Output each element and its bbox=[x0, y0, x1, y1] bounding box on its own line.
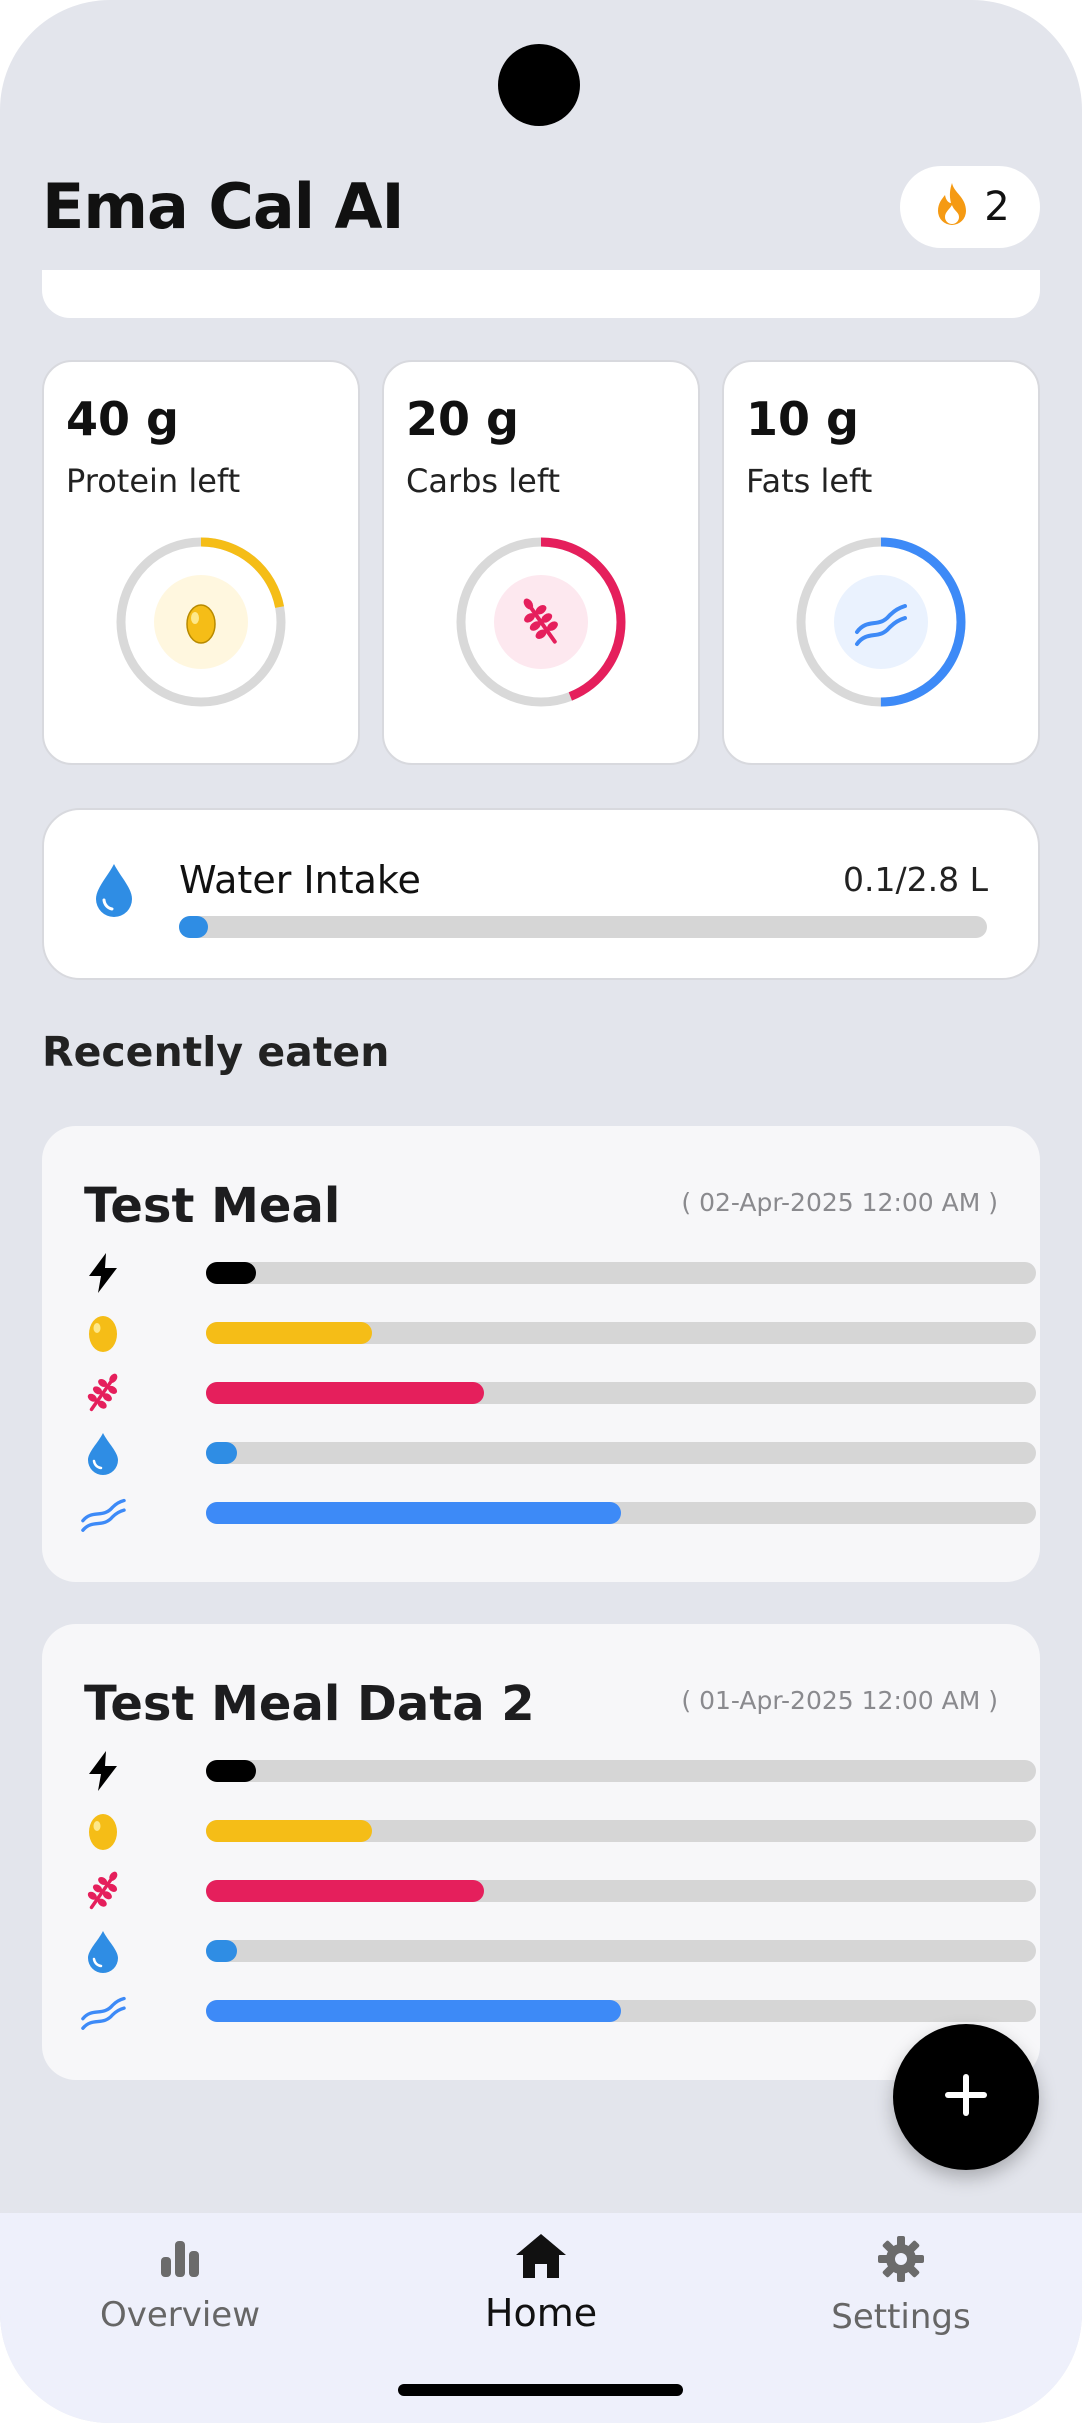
water-drop-icon bbox=[94, 862, 134, 922]
nutrient-progress-fill bbox=[206, 1880, 485, 1902]
nav-home-label: Home bbox=[484, 2291, 598, 2335]
nutrient-progress-bar bbox=[206, 1322, 1036, 1344]
nutrient-progress-bar bbox=[206, 1382, 1036, 1404]
camera-cutout bbox=[498, 44, 580, 126]
nutrient-progress-bar bbox=[206, 1820, 1036, 1842]
meal-name: Test Meal bbox=[84, 1178, 341, 1234]
nutrient-progress-fill bbox=[206, 1262, 256, 1284]
nutrient-progress-fill bbox=[206, 1502, 621, 1524]
bacon-icon bbox=[80, 1490, 126, 1536]
nutrient-bar-row bbox=[80, 1430, 1036, 1476]
nutrient-progress-bar bbox=[206, 1760, 1036, 1782]
nutrient-bar-row bbox=[80, 1310, 1036, 1356]
nutrient-progress-bar bbox=[206, 1262, 1036, 1284]
nutrient-progress-fill bbox=[206, 1940, 237, 1962]
nav-home[interactable]: Home bbox=[411, 2231, 671, 2335]
recently-eaten-title: Recently eaten bbox=[42, 1028, 390, 1076]
nutrient-bar-row bbox=[80, 1988, 1036, 2034]
fats-card[interactable]: 10 g Fats left bbox=[722, 360, 1040, 765]
nutrient-progress-fill bbox=[206, 1820, 372, 1842]
wheat-icon bbox=[80, 1370, 126, 1416]
water-progress-fill bbox=[179, 916, 209, 938]
egg-icon bbox=[80, 1808, 126, 1854]
carbs-value: 20 g bbox=[406, 392, 519, 446]
egg-icon bbox=[186, 604, 216, 644]
nutrient-progress-bar bbox=[206, 1940, 1036, 1962]
bar-chart-icon bbox=[157, 2235, 203, 2285]
app-title: Ema Cal AI bbox=[42, 170, 405, 243]
phone-screen: Ema Cal AI 2 40 g Protein left 20 g Carb… bbox=[0, 0, 1082, 2423]
wheat-icon bbox=[80, 1868, 126, 1914]
egg-icon bbox=[80, 1310, 126, 1356]
nutrient-bar-row bbox=[80, 1748, 1036, 1794]
nutrient-progress-bar bbox=[206, 1502, 1036, 1524]
nutrient-bar-row bbox=[80, 1868, 1036, 1914]
protein-label: Protein left bbox=[66, 462, 241, 500]
nutrient-bar-row bbox=[80, 1808, 1036, 1854]
nav-settings[interactable]: Settings bbox=[771, 2235, 1031, 2337]
meal-name: Test Meal Data 2 bbox=[84, 1676, 535, 1732]
meal-date: ( 02-Apr-2025 12:00 AM ) bbox=[681, 1188, 998, 1217]
meal-card[interactable]: Test Meal Data 2 ( 01-Apr-2025 12:00 AM … bbox=[42, 1624, 1040, 2080]
gear-icon bbox=[877, 2235, 925, 2287]
nutrient-bar-row bbox=[80, 1370, 1036, 1416]
fats-progress-ring bbox=[796, 537, 966, 707]
streak-count: 2 bbox=[984, 184, 1010, 230]
home-indicator bbox=[398, 2384, 683, 2396]
protein-card[interactable]: 40 g Protein left bbox=[42, 360, 360, 765]
lightning-icon bbox=[80, 1748, 126, 1794]
nutrient-progress-bar bbox=[206, 1442, 1036, 1464]
carbs-card[interactable]: 20 g Carbs left bbox=[382, 360, 700, 765]
water-drop-icon bbox=[80, 1430, 126, 1476]
summary-card-bottom bbox=[42, 270, 1040, 318]
water-intake-title: Water Intake bbox=[179, 858, 421, 902]
nav-settings-label: Settings bbox=[831, 2297, 971, 2337]
protein-value: 40 g bbox=[66, 392, 179, 446]
nutrient-progress-fill bbox=[206, 1760, 256, 1782]
water-progress-bar bbox=[179, 916, 987, 938]
water-drop-icon bbox=[80, 1928, 126, 1974]
nutrient-progress-fill bbox=[206, 1442, 237, 1464]
nav-overview[interactable]: Overview bbox=[50, 2235, 310, 2335]
nutrient-progress-bar bbox=[206, 2000, 1036, 2022]
fats-label: Fats left bbox=[746, 462, 873, 500]
bacon-icon bbox=[80, 1988, 126, 2034]
nutrient-bar-row bbox=[80, 1928, 1036, 1974]
flame-icon bbox=[930, 181, 974, 233]
plus-icon bbox=[942, 2071, 990, 2123]
nutrient-progress-bar bbox=[206, 1880, 1036, 1902]
meal-card[interactable]: Test Meal ( 02-Apr-2025 12:00 AM ) bbox=[42, 1126, 1040, 1582]
home-icon bbox=[514, 2231, 568, 2285]
nutrient-bar-row bbox=[80, 1490, 1036, 1536]
lightning-icon bbox=[80, 1250, 126, 1296]
nav-overview-label: Overview bbox=[99, 2295, 261, 2335]
water-intake-value: 0.1/2.8 L bbox=[843, 860, 988, 899]
carbs-progress-ring bbox=[456, 537, 626, 707]
protein-progress-ring bbox=[116, 537, 286, 707]
meal-date: ( 01-Apr-2025 12:00 AM ) bbox=[681, 1686, 998, 1715]
fats-value: 10 g bbox=[746, 392, 859, 446]
streak-badge[interactable]: 2 bbox=[900, 166, 1040, 248]
carbs-label: Carbs left bbox=[406, 462, 561, 500]
water-intake-card[interactable]: Water Intake 0.1/2.8 L bbox=[42, 808, 1040, 980]
nutrient-progress-fill bbox=[206, 1322, 372, 1344]
nutrient-bar-row bbox=[80, 1250, 1036, 1296]
add-meal-button[interactable] bbox=[893, 2024, 1039, 2170]
nutrient-progress-fill bbox=[206, 1382, 485, 1404]
nutrient-progress-fill bbox=[206, 2000, 621, 2022]
